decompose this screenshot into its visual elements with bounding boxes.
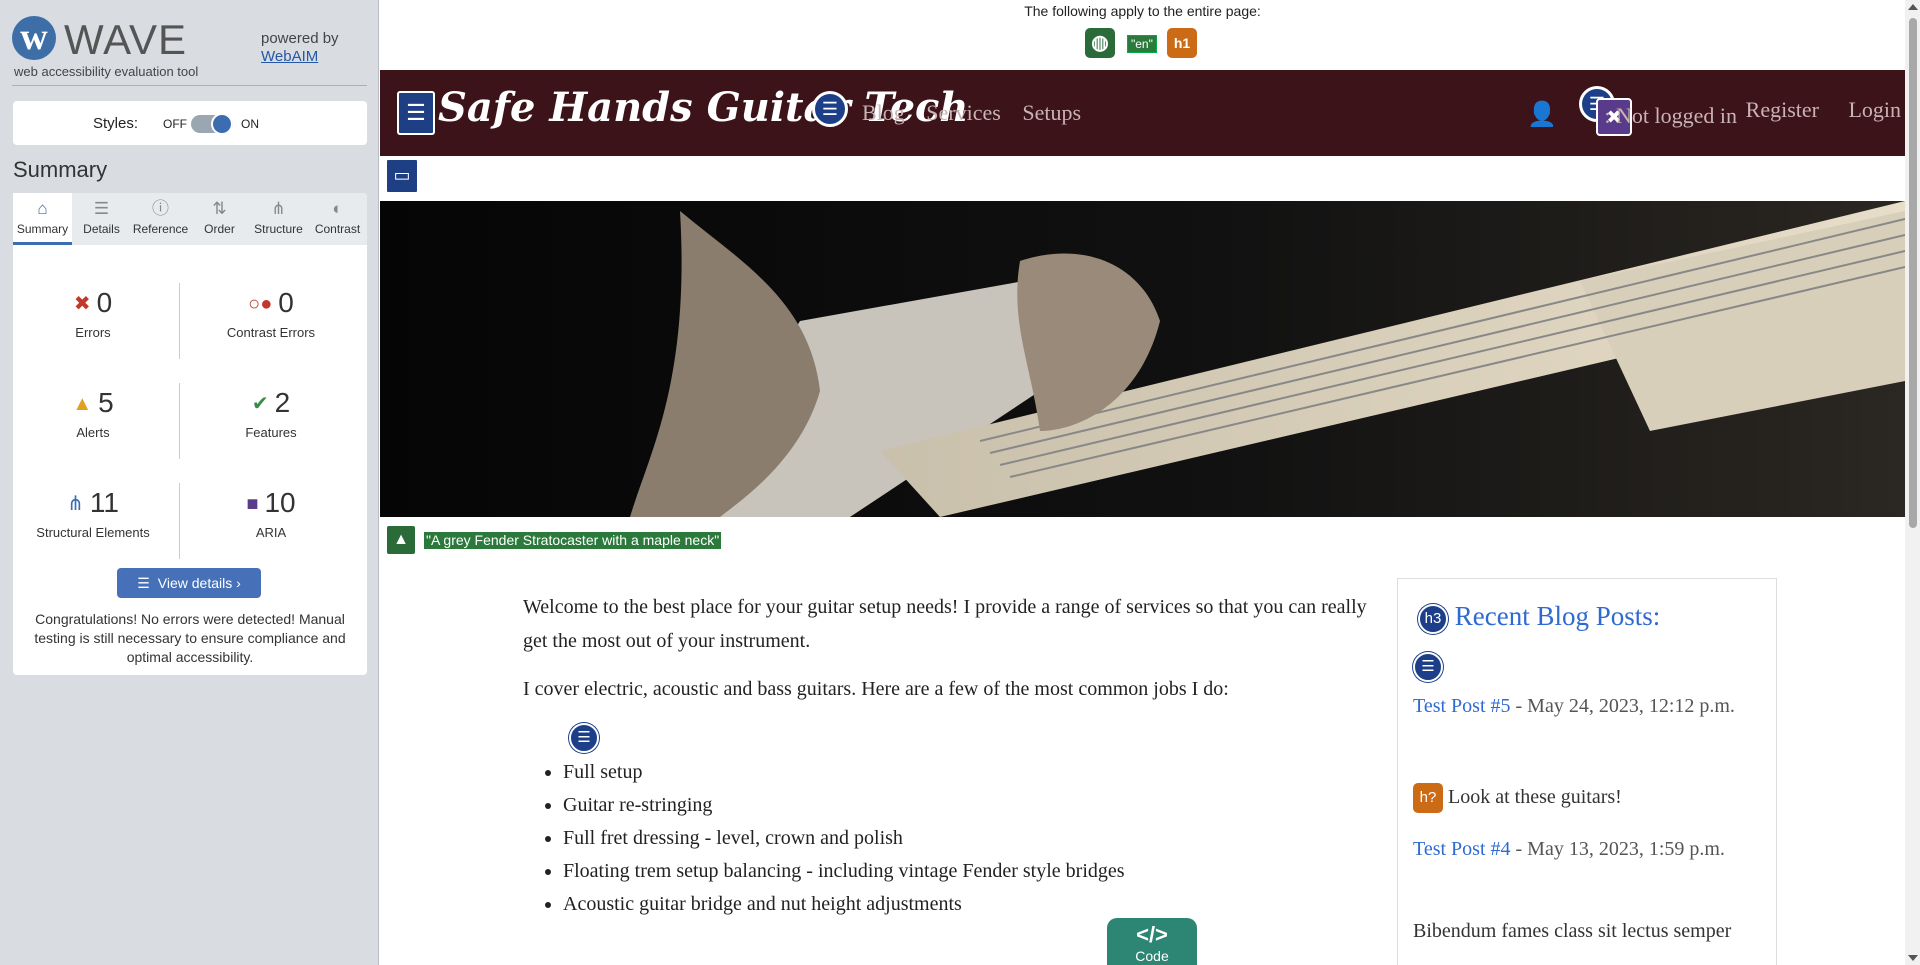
post-heading-alert: h? Look at these guitars! — [1413, 780, 1763, 814]
structure-icon: ⋔ — [67, 493, 84, 515]
congrats-message: Congratulations! No errors were detected… — [34, 611, 346, 665]
post-link[interactable]: Test Post #4 — [1413, 838, 1511, 860]
toggle-knob — [211, 113, 233, 135]
look-text: Look at these guitars! — [1448, 786, 1622, 808]
tab-structure[interactable]: ⋔ Structure — [249, 193, 308, 245]
nav-blog[interactable]: Blog — [862, 100, 905, 125]
tab-details[interactable]: ☰ Details — [72, 193, 131, 245]
feature-icon: ✔ — [251, 393, 269, 415]
tab-contrast[interactable]: ◐ Contrast — [308, 193, 367, 245]
h3-icon[interactable]: h3 — [1418, 603, 1448, 634]
home-icon: ⌂ — [37, 199, 48, 218]
structure-icon: ⋔ — [271, 199, 286, 218]
main-landmark-icon[interactable]: ▭ — [385, 158, 419, 194]
summary-title: Summary — [13, 157, 108, 182]
code-toggle-button[interactable]: </> Code — [1107, 918, 1197, 965]
post-snippet: Bibendum fames class sit lectus semper — [1413, 920, 1732, 942]
tab-summary[interactable]: ⌂ Summary — [13, 193, 72, 245]
login-status: : Not logged in — [1604, 103, 1737, 128]
nav-setups[interactable]: Setups — [1022, 100, 1081, 125]
list-icon[interactable]: ☰ — [569, 723, 599, 754]
view-details-button[interactable]: ☰ View details › — [117, 568, 261, 598]
contrast-error-icon: ○● — [248, 293, 273, 315]
guitar-photo — [380, 201, 1905, 517]
cover-paragraph: I cover electric, acoustic and bass guit… — [523, 678, 1229, 700]
aria-icon: ■ — [246, 493, 259, 515]
recent-posts-heading: h3 Recent Blog Posts: — [1418, 601, 1660, 634]
list-item: Floating trem setup balancing - includin… — [563, 855, 1383, 888]
list-icon[interactable]: ☰ — [812, 91, 848, 127]
summary-panel: ⌂ Summary ☰ Details ⓘ Reference ⇅ Order ⋔ Str… — [13, 193, 367, 675]
heading-alert-icon[interactable]: h? — [1413, 783, 1443, 814]
list-item: Acoustic guitar bridge and nut height ad… — [563, 888, 1383, 921]
list-item: Guitar re-stringing — [563, 789, 1383, 822]
code-icon: </> — [1136, 922, 1168, 947]
list-icon: ☰ — [137, 575, 150, 591]
globe-icon[interactable]: ◍ — [1085, 28, 1115, 58]
image-alt-icon[interactable]: ▲ — [385, 524, 417, 556]
tab-reference[interactable]: ⓘ Reference — [131, 193, 190, 245]
wave-tabs: ⌂ Summary ☰ Details ⓘ Reference ⇅ Order ⋔ Str… — [13, 193, 367, 245]
nav-links: Blog Services Setups — [862, 100, 1097, 126]
hero-image — [380, 201, 1905, 517]
styles-toggle[interactable] — [191, 113, 233, 135]
post-4: Test Post #4 - May 13, 2023, 1:59 p.m. — [1413, 832, 1763, 866]
powered-by-label: powered by — [261, 30, 339, 47]
post-5: Test Post #5 - May 24, 2023, 12:12 p.m. — [1413, 689, 1763, 723]
evaluated-page: The following apply to the entire page: … — [380, 0, 1905, 965]
alt-text-tag: "A grey Fender Stratocaster with a maple… — [424, 532, 722, 549]
code-label: Code — [1135, 948, 1169, 964]
styles-toggle-bar: Styles: OFF ON — [13, 101, 367, 145]
header-icon[interactable]: ☰ — [397, 91, 435, 135]
styles-off-label: OFF — [163, 117, 187, 131]
site-navbar: ☰ Safe Hands Guitar Tech ☰ Blog Services… — [380, 70, 1905, 156]
main-content: Welcome to the best place for your guita… — [523, 590, 1383, 921]
list-item: Full fret dressing - level, crown and po… — [563, 822, 1383, 855]
scroll-up-arrow[interactable] — [1908, 4, 1918, 10]
powered-by: powered by WebAIM — [261, 30, 339, 66]
wave-name: WAVE — [64, 16, 188, 63]
page-notice: The following apply to the entire page: — [1024, 3, 1261, 19]
webaim-link[interactable]: WebAIM — [261, 48, 318, 65]
info-icon: ⓘ — [152, 199, 169, 218]
stat-structural: ⋔ 11 Structural Elements — [36, 487, 150, 540]
h1-alert-icon[interactable]: h1 — [1167, 28, 1197, 58]
contrast-icon: ◐ — [332, 199, 343, 218]
list-icon: ☰ — [93, 199, 110, 218]
error-icon: ✖ — [73, 293, 91, 315]
stat-alerts: ▲ 5 Alerts — [72, 387, 114, 440]
jobs-list: Full setup Guitar re-stringing Full fret… — [523, 756, 1383, 921]
stat-errors: ✖ 0 Errors — [73, 287, 113, 340]
tab-order[interactable]: ⇅ Order — [190, 193, 249, 245]
wave-logo-icon: w — [12, 16, 56, 60]
styles-on-label: ON — [241, 117, 259, 131]
user-icon: 👤 — [1527, 101, 1557, 128]
styles-label: Styles: — [93, 115, 139, 132]
post-date: - May 24, 2023, 12:12 p.m. — [1510, 695, 1735, 717]
stat-contrast-errors: ○● 0 Contrast Errors — [226, 287, 316, 340]
alert-icon: ▲ — [72, 393, 93, 415]
recent-posts-sidebar: h3 Recent Blog Posts: ☰ Test Post #5 - M… — [1397, 578, 1777, 965]
list-item: Full setup — [563, 756, 1383, 789]
scroll-down-arrow[interactable] — [1908, 955, 1918, 961]
post-link[interactable]: Test Post #5 — [1413, 695, 1511, 717]
nav-services[interactable]: Services — [926, 100, 1001, 125]
language-tag: "en" — [1127, 35, 1157, 53]
intro-paragraph: Welcome to the best place for your guita… — [523, 596, 1367, 652]
order-icon: ⇅ — [212, 199, 227, 218]
list-icon[interactable]: ☰ — [1413, 652, 1443, 683]
stat-features: ✔ 2 Features — [245, 387, 297, 440]
wave-header: w WAVE web accessibility evaluation tool… — [12, 12, 367, 86]
login-link[interactable]: Login — [1848, 97, 1901, 123]
wave-sidebar: w WAVE web accessibility evaluation tool… — [0, 0, 379, 965]
register-link[interactable]: Register — [1746, 97, 1819, 123]
stat-aria: ■ 10 ARIA — [246, 487, 296, 540]
scroll-thumb[interactable] — [1909, 18, 1917, 528]
page-scrollbar[interactable] — [1905, 0, 1920, 965]
wave-tagline: web accessibility evaluation tool — [14, 64, 199, 79]
post-date: - May 13, 2023, 1:59 p.m. — [1510, 838, 1725, 860]
